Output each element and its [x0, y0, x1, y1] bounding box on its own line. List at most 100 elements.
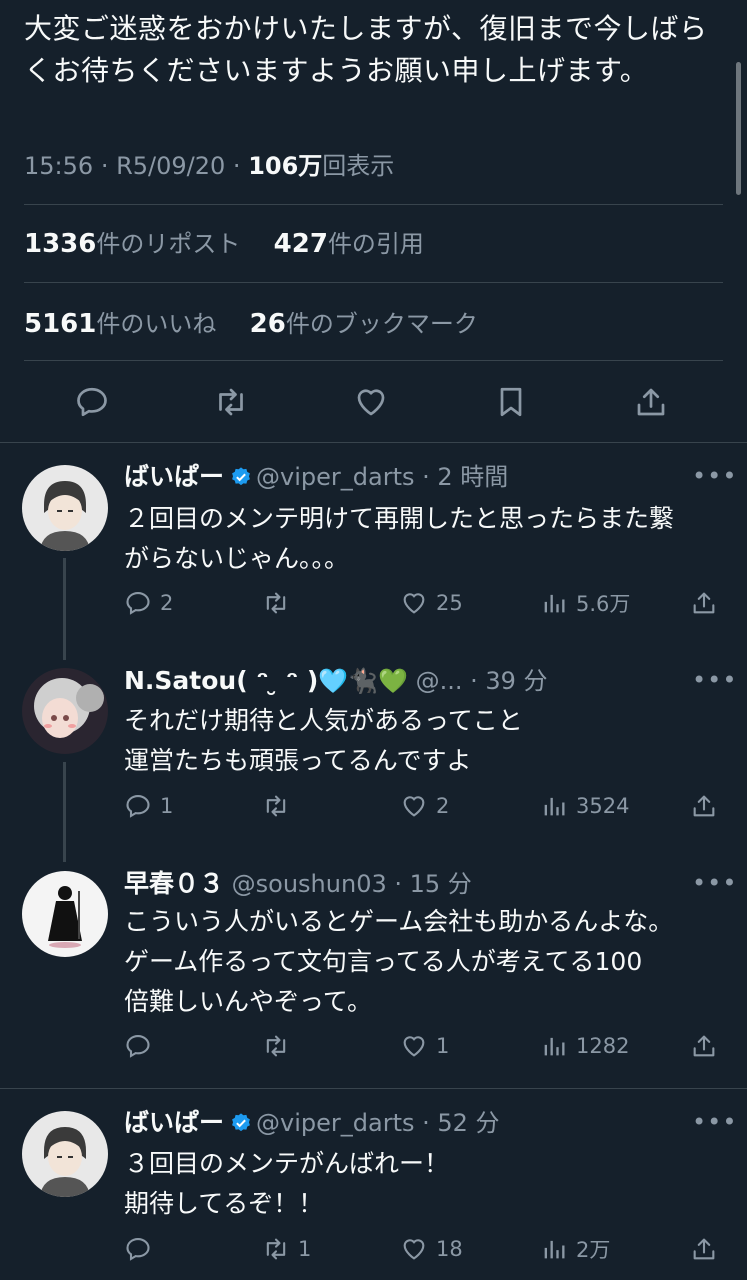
quotes-link[interactable]: 427件の引用 [274, 229, 424, 259]
handle[interactable]: @... [416, 667, 463, 695]
repost-icon [266, 1238, 286, 1260]
repost-count: 1 [298, 1237, 312, 1261]
reply-text-line: 倍難しいんやぞって。 [124, 987, 373, 1016]
views-count: 106万 [248, 152, 323, 180]
heart-icon [403, 593, 425, 614]
reply-header: ばいぱー @viper_darts · 52 分 [124, 1108, 500, 1137]
reply-time[interactable]: 52 分 [437, 1109, 499, 1137]
display-name[interactable]: 早春０３ [124, 869, 224, 898]
view-count: 1282 [576, 1034, 630, 1058]
reply-text: こういう人がいるとゲーム会社も助かるんよな。 ゲーム作るって文句言ってる人が考え… [124, 902, 724, 1022]
tweet-meta: 15:56 · R5/09/20 · 106万回表示 [24, 152, 395, 180]
views-button[interactable]: 3524 [540, 791, 629, 821]
repost-button[interactable] [262, 791, 298, 821]
reply-time[interactable]: 39 分 [485, 667, 547, 695]
reply-time[interactable]: 2 時間 [437, 463, 508, 491]
reply-icon [77, 387, 107, 417]
reply-icon [126, 592, 150, 615]
like-button[interactable]: 25 [400, 588, 463, 618]
reply-count: 2 [160, 591, 174, 615]
views-button[interactable]: 1282 [540, 1031, 629, 1061]
share-button[interactable] [631, 382, 671, 422]
divider [24, 204, 723, 205]
avatar[interactable] [22, 668, 108, 754]
handle[interactable]: @viper_darts [256, 1109, 414, 1137]
reply-actions: 1 2 3524 [124, 791, 724, 821]
repost-button[interactable] [262, 1031, 298, 1061]
display-name[interactable]: ばいぱー [124, 462, 224, 491]
more-options-button[interactable]: ••• [692, 666, 737, 694]
more-options-button[interactable]: ••• [692, 1108, 737, 1136]
share-icon [693, 1238, 715, 1260]
reply-button[interactable] [72, 382, 112, 422]
repost-button[interactable]: 1 [262, 1234, 311, 1264]
scrollbar[interactable] [736, 62, 741, 195]
name-emoji: 🩵🐈‍⬛💚 [318, 667, 408, 695]
repost-icon [266, 592, 286, 614]
reply-count: 1 [160, 794, 174, 818]
divider [0, 442, 747, 443]
more-options-button[interactable]: ••• [692, 869, 737, 897]
avatar[interactable] [22, 1111, 108, 1197]
view-count: 3524 [576, 794, 630, 818]
more-options-button[interactable]: ••• [692, 462, 737, 490]
bookmarks-link[interactable]: 26件のブックマーク [249, 309, 478, 339]
like-button[interactable] [351, 382, 391, 422]
share-icon [693, 1035, 715, 1057]
handle[interactable]: @viper_darts [256, 463, 414, 491]
reply-button[interactable]: 2 [124, 588, 173, 618]
reply-text-line: ２回目のメンテ明けて再開したと思ったらまた繋 [124, 504, 675, 533]
reply-text: ２回目のメンテ明けて再開したと思ったらまた繋 がらないじゃん。。。 [124, 499, 724, 579]
bookmarks-count: 26 [249, 309, 286, 339]
reposts-count: 1336 [24, 229, 97, 259]
avatar[interactable] [22, 871, 108, 957]
reply-button[interactable] [124, 1234, 160, 1264]
like-count: 2 [436, 794, 450, 818]
analytics-icon [544, 1037, 565, 1056]
analytics-icon [544, 797, 565, 816]
views-button[interactable]: 5.6万 [540, 588, 630, 618]
heart-icon [403, 1239, 425, 1260]
share-button[interactable] [690, 1031, 726, 1061]
share-button[interactable] [690, 588, 726, 618]
view-count: 2万 [576, 1238, 611, 1262]
heart-icon [403, 796, 425, 817]
quotes-label: 件の引用 [327, 230, 424, 258]
reply-text: それだけ期待と人気があるってこと 運営たちも頑張ってるんですよ [124, 701, 724, 781]
reply-text-line: ゲーム作るって文句言ってる人が考えてる100 [124, 947, 643, 976]
analytics-icon [544, 1240, 565, 1259]
reply-icon [126, 1238, 150, 1261]
repost-button[interactable] [211, 382, 251, 422]
tweet-time[interactable]: 15:56 [24, 152, 93, 180]
bookmark-button[interactable] [491, 382, 531, 422]
share-button[interactable] [690, 1234, 726, 1264]
reply-icon [126, 795, 150, 818]
reply-button[interactable] [124, 1031, 160, 1061]
reply-text-line: それだけ期待と人気があるってこと [124, 706, 523, 735]
reply-icon [126, 1035, 150, 1058]
like-button[interactable]: 1 [400, 1031, 449, 1061]
share-button[interactable] [690, 791, 726, 821]
repost-icon [266, 1035, 286, 1057]
like-button[interactable]: 18 [400, 1234, 463, 1264]
like-button[interactable]: 2 [400, 791, 449, 821]
avatar[interactable] [22, 465, 108, 551]
display-name[interactable]: ばいぱー [124, 1108, 224, 1137]
handle[interactable]: @soushun03 [232, 870, 387, 898]
display-name[interactable]: N.Satou( ᵔ ̮ ᵔ ) [124, 666, 318, 695]
stats-row-reposts: 1336件のリポスト 427件の引用 [24, 224, 424, 259]
share-icon [693, 592, 715, 614]
reposts-link[interactable]: 1336件のリポスト [24, 229, 241, 259]
reply-text-line: 期待してるぞ！！ [124, 1189, 324, 1218]
tweet-date[interactable]: R5/09/20 [116, 152, 225, 180]
views-button[interactable]: 2万 [540, 1234, 610, 1264]
repost-button[interactable] [262, 588, 298, 618]
reply-time[interactable]: 15 分 [410, 870, 472, 898]
reply-button[interactable]: 1 [124, 791, 173, 821]
divider [24, 360, 723, 361]
likes-link[interactable]: 5161件のいいね [24, 309, 217, 339]
stats-row-likes: 5161件のいいね 26件のブックマーク [24, 304, 478, 339]
likes-label: 件のいいね [96, 310, 217, 338]
reposts-label: 件のリポスト [96, 230, 241, 258]
bookmark-icon [500, 387, 522, 417]
